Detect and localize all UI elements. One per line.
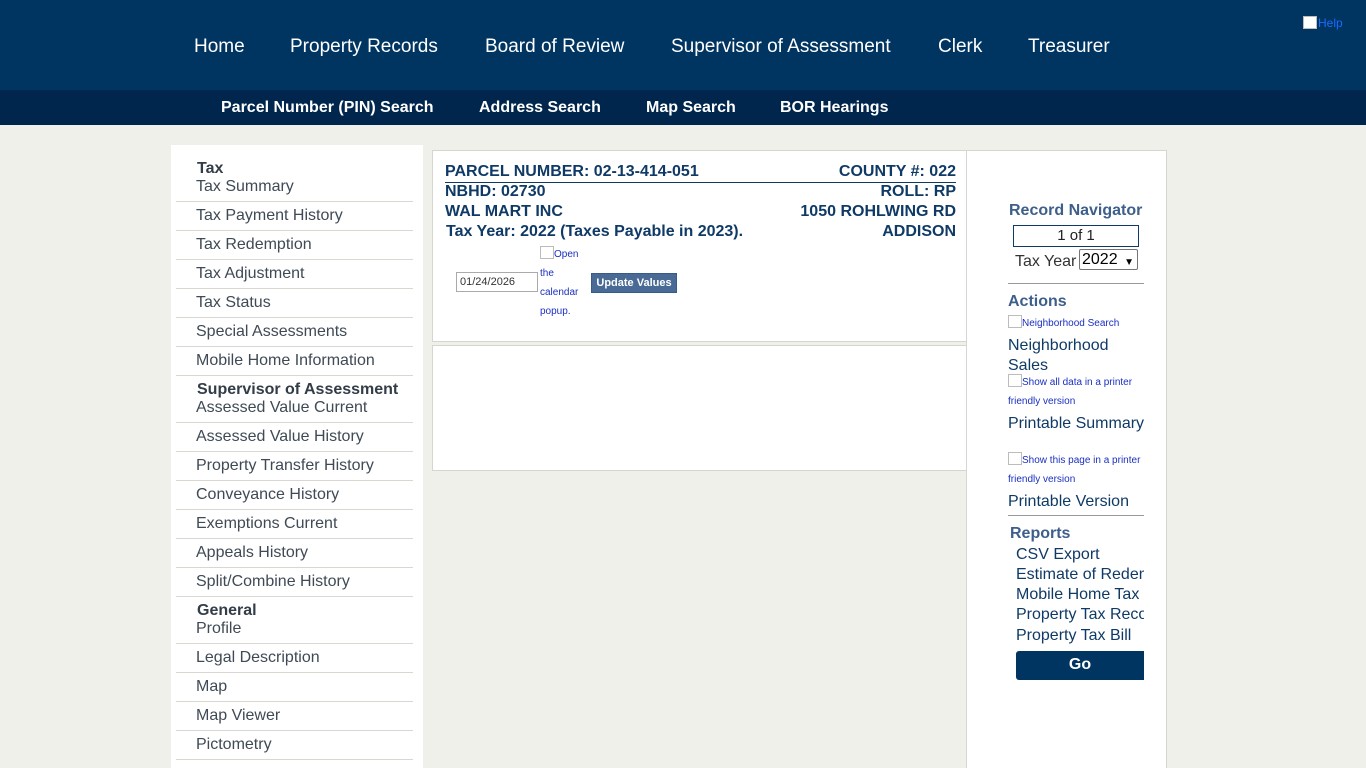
actions-title: Actions (1008, 293, 1067, 310)
sidebar-group-supervisor: Supervisor of Assessment Assessed Value … (176, 366, 413, 423)
help-icon[interactable]: Help (1303, 16, 1343, 30)
report-option-property-tax-bill[interactable]: Property Tax Bill (1016, 627, 1144, 645)
sidebar-group-header: General (197, 602, 257, 619)
action-img-alt: Neighborhood Search (1022, 318, 1120, 329)
neighborhood-sales-link[interactable]: Neighborhood Sales (1008, 336, 1148, 376)
sidebar-item-label: Property Transfer History (196, 457, 374, 474)
sidebar-item-label: Map Viewer (196, 707, 281, 724)
sidebar-group-general: General Profile (176, 587, 413, 644)
tax-year-select[interactable]: 2022 ▼ (1079, 249, 1138, 270)
sidebar-item-label: Map (196, 678, 228, 695)
reports-title: Reports (1010, 525, 1071, 542)
nav-home[interactable]: Home (194, 36, 245, 58)
sidebar-item-tax-adjustment[interactable]: Tax Adjustment (176, 260, 413, 289)
sidebar-item-map[interactable]: Map (176, 673, 413, 702)
sidebar-item-assessed-value-history[interactable]: Assessed Value History (176, 423, 413, 452)
sidebar-group-header: Supervisor of Assessment (197, 381, 399, 398)
calendar-alt-text: Open the calendar popup. (540, 249, 579, 317)
neighborhood-code: NBHD: 02730 (445, 183, 546, 200)
parcel-number: PARCEL NUMBER: 02-13-414-051 (445, 163, 699, 180)
sidebar-item-tax-payment-history[interactable]: Tax Payment History (176, 202, 413, 231)
property-address: 1050 ROHLWING RD (800, 203, 956, 220)
sidebar-item-label: Special Assessments (196, 323, 348, 340)
county-number: COUNTY #: 022 (838, 163, 956, 180)
printable-summary-link[interactable]: Printable Summary (1008, 414, 1148, 434)
nav-treasurer[interactable]: Treasurer (1028, 36, 1110, 58)
date-input[interactable]: 01/24/2026 (456, 272, 538, 292)
sidebar-item-tax-status[interactable]: Tax Status (176, 289, 413, 318)
sidebar-item-map-viewer[interactable]: Map Viewer (176, 702, 413, 731)
property-city: ADDISON (882, 223, 956, 240)
sidebar-item-label: Conveyance History (196, 486, 340, 503)
sidebar-item-tax-redemption[interactable]: Tax Redemption (176, 231, 413, 260)
sidebar: Tax Tax Summary Tax Payment History Tax … (171, 145, 423, 768)
help-alt-text: Help (1318, 16, 1343, 30)
owner-name: WAL MART INC (445, 203, 563, 220)
parcel-header-panel: PARCEL NUMBER: 02-13-414-051 COUNTY #: 0… (432, 150, 967, 342)
printable-version-link[interactable]: Printable Version (1008, 492, 1148, 512)
sidebar-item-profile[interactable]: Profile (196, 620, 241, 638)
sidebar-item-label: Exemptions Current (196, 515, 338, 532)
sidebar-item-special-assessments[interactable]: Special Assessments (176, 318, 413, 347)
content-panel (432, 345, 967, 471)
subnav-bor-hearings[interactable]: BOR Hearings (780, 99, 888, 117)
update-values-button[interactable]: Update Values (591, 273, 677, 293)
roll-type: ROLL: RP (880, 183, 956, 200)
sidebar-item-tax-summary[interactable]: Tax Summary (196, 178, 294, 196)
sidebar-item-label: Tax Redemption (196, 236, 312, 253)
top-nav: Home Property Records Board of Review Su… (0, 0, 1366, 90)
printer-version-icon[interactable]: Show this page in a printer friendly ver… (1008, 451, 1148, 489)
report-option-csv-export[interactable]: CSV Export (1016, 546, 1144, 564)
tax-year-label: Tax Year (1015, 253, 1077, 270)
nav-clerk[interactable]: Clerk (938, 36, 982, 58)
sidebar-item-conveyance-history[interactable]: Conveyance History (176, 481, 413, 510)
sidebar-group-tax: Tax Tax Summary (176, 145, 413, 202)
subnav-pin-search[interactable]: Parcel Number (PIN) Search (221, 99, 434, 117)
record-navigator-title: Record Navigator (1009, 202, 1143, 219)
report-option-mobile-home-tax[interactable]: Mobile Home Tax (1016, 586, 1144, 604)
sidebar-item-label: Tax Adjustment (196, 265, 305, 282)
nav-board-of-review[interactable]: Board of Review (485, 36, 624, 58)
nav-supervisor-of-assessment[interactable]: Supervisor of Assessment (671, 36, 891, 58)
sidebar-item-legal-description[interactable]: Legal Description (176, 644, 413, 673)
neighborhood-search-icon[interactable]: Neighborhood Search (1008, 314, 1148, 333)
sidebar-item-label: Tax Status (196, 294, 271, 311)
sidebar-item-label: Tax Payment History (196, 207, 343, 224)
chevron-down-icon: ▼ (1124, 257, 1134, 268)
divider (1008, 515, 1144, 516)
sidebar-item-label: Assessed Value History (196, 428, 364, 445)
report-option-estimate-of-redemption[interactable]: Estimate of Redemption (1016, 566, 1144, 584)
sidebar-group-header: Tax (197, 160, 224, 177)
sidebar-item-property-transfer-history[interactable]: Property Transfer History (176, 452, 413, 481)
sidebar-item-appeals-history[interactable]: Appeals History (176, 539, 413, 568)
sidebar-item-pictometry[interactable]: Pictometry (176, 731, 413, 760)
tax-year-text: Tax Year: 2022 (Taxes Payable in 2023). (446, 223, 744, 240)
record-position-box: 1 of 1 (1013, 225, 1139, 247)
sidebar-item-exemptions-current[interactable]: Exemptions Current (176, 510, 413, 539)
sidebar-item-assessed-value-current[interactable]: Assessed Value Current (196, 399, 367, 417)
divider (1008, 283, 1144, 284)
right-panel: Record Navigator 1 of 1 Tax Year 2022 ▼ A… (966, 150, 1167, 768)
report-option-property-tax-record[interactable]: Property Tax Record (1016, 606, 1144, 624)
tax-year-selected: 2022 (1082, 251, 1118, 268)
sub-nav: Parcel Number (PIN) Search Address Searc… (0, 90, 1366, 125)
action-img-alt: Show this page in a printer friendly ver… (1008, 455, 1141, 485)
action-img-alt: Show all data in a printer friendly vers… (1008, 377, 1133, 407)
sidebar-item-label: Appeals History (196, 544, 309, 561)
subnav-map-search[interactable]: Map Search (646, 99, 736, 117)
calendar-icon[interactable]: Open the calendar popup. (540, 245, 586, 321)
subnav-address-search[interactable]: Address Search (479, 99, 601, 117)
go-button[interactable]: Go (1016, 651, 1144, 680)
printer-summary-icon[interactable]: Show all data in a printer friendly vers… (1008, 373, 1148, 411)
sidebar-item-label: Legal Description (196, 649, 320, 666)
nav-property-records[interactable]: Property Records (290, 36, 438, 58)
sidebar-item-label: Pictometry (196, 736, 272, 753)
